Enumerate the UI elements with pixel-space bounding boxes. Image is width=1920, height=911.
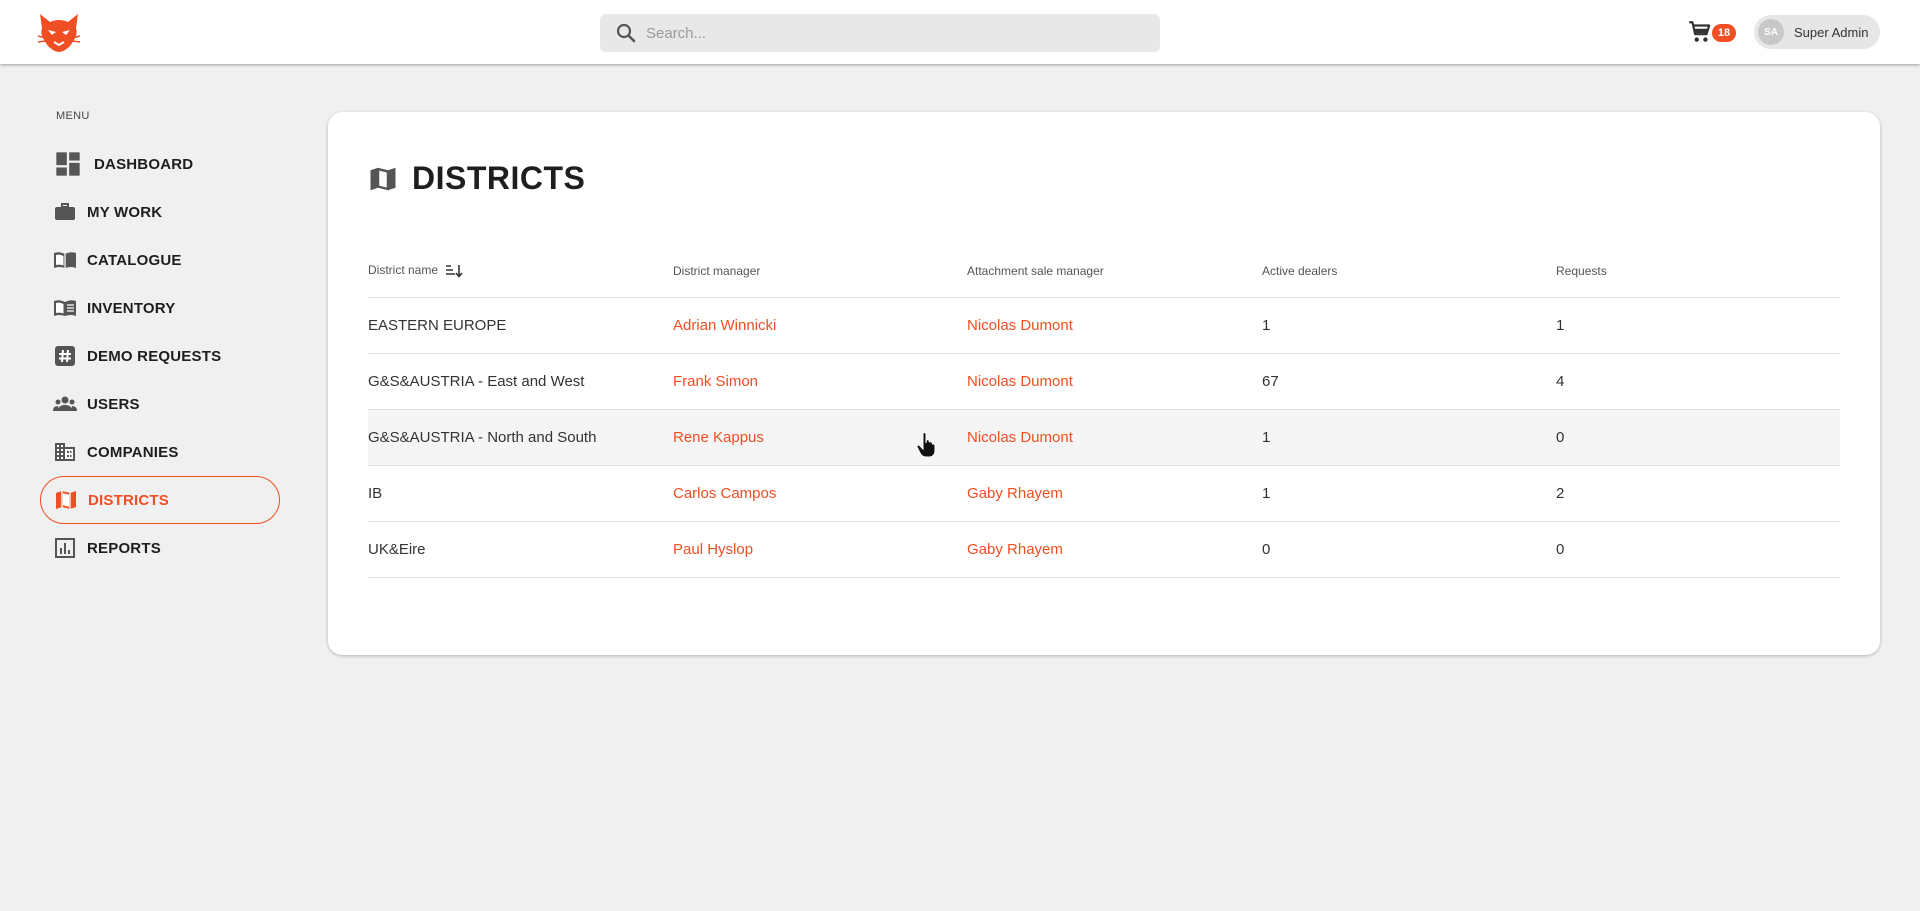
sidebar-item-companies[interactable]: COMPANIES xyxy=(40,428,280,476)
sidebar-item-my-work[interactable]: MY WORK xyxy=(40,188,280,236)
district-name-cell: EASTERN EUROPE xyxy=(368,297,673,354)
page-title: DISTRICTS xyxy=(412,160,586,196)
search-icon xyxy=(616,23,636,43)
requests-cell: 1 xyxy=(1556,297,1840,354)
map-icon xyxy=(56,491,76,509)
attachment-manager-link[interactable]: Gaby Rhayem xyxy=(967,521,1262,578)
briefcase-icon xyxy=(55,203,75,220)
districts-table: District name District manager Attachmen… xyxy=(368,245,1840,578)
table-row[interactable]: G&S&AUSTRIA - East and West Frank Simon … xyxy=(368,353,1840,410)
column-header-active-dealers[interactable]: Active dealers xyxy=(1262,245,1556,298)
hand-cursor-icon xyxy=(916,432,936,458)
sidebar-item-districts[interactable]: DISTRICTS xyxy=(40,476,280,524)
attachment-manager-link[interactable]: Nicolas Dumont xyxy=(967,297,1262,354)
dashboard-icon xyxy=(56,152,80,176)
column-header-district-manager[interactable]: District manager xyxy=(673,245,967,298)
table-row[interactable]: EASTERN EUROPE Adrian Winnicki Nicolas D… xyxy=(368,297,1840,354)
top-bar: 18 SA Super Admin xyxy=(0,0,1920,64)
active-dealers-cell: 1 xyxy=(1262,409,1556,466)
sidebar-item-reports[interactable]: REPORTS xyxy=(40,524,280,572)
active-dealers-cell: 1 xyxy=(1262,297,1556,354)
sidebar-item-label: DEMO REQUESTS xyxy=(87,347,222,365)
sidebar-item-users[interactable]: USERS xyxy=(40,380,280,428)
column-header-attachment-sale-manager[interactable]: Attachment sale manager xyxy=(967,245,1262,298)
district-name-cell: G&S&AUSTRIA - East and West xyxy=(368,353,673,410)
sidebar-item-demo-requests[interactable]: DEMO REQUESTS xyxy=(40,332,280,380)
table-row[interactable]: G&S&AUSTRIA - North and South Rene Kappu… xyxy=(368,409,1840,466)
table-row[interactable]: UK&Eire Paul Hyslop Gaby Rhayem 0 0 xyxy=(368,521,1840,578)
book-icon xyxy=(54,252,76,268)
district-name-cell: IB xyxy=(368,465,673,522)
sidebar-item-inventory[interactable]: INVENTORY xyxy=(40,284,280,332)
active-dealers-cell: 0 xyxy=(1262,521,1556,578)
hashtag-icon xyxy=(55,346,75,366)
page-header: DISTRICTS xyxy=(368,160,585,197)
user-menu-button[interactable]: SA Super Admin xyxy=(1754,15,1880,49)
avatar: SA xyxy=(1758,19,1784,45)
sidebar-item-label: MY WORK xyxy=(87,203,163,221)
menu-book-icon xyxy=(54,300,76,316)
table-header-row: District name District manager Attachmen… xyxy=(368,245,1840,298)
attachment-manager-link[interactable]: Nicolas Dumont xyxy=(967,409,1262,466)
user-name: Super Admin xyxy=(1794,24,1869,40)
district-manager-link[interactable]: Adrian Winnicki xyxy=(673,297,967,354)
active-dealers-cell: 1 xyxy=(1262,465,1556,522)
cart-count-badge: 18 xyxy=(1712,24,1736,42)
column-header-requests[interactable]: Requests xyxy=(1556,245,1840,298)
district-name-cell: UK&Eire xyxy=(368,521,673,578)
sidebar-item-label: DISTRICTS xyxy=(88,491,169,509)
cart-icon[interactable] xyxy=(1686,19,1714,45)
sidebar-item-label: INVENTORY xyxy=(87,299,176,317)
district-manager-link[interactable]: Carlos Campos xyxy=(673,465,967,522)
districts-card: DISTRICTS District name District manager… xyxy=(328,112,1880,655)
district-manager-link[interactable]: Frank Simon xyxy=(673,353,967,410)
chart-icon xyxy=(55,538,75,558)
column-header-district-name[interactable]: District name xyxy=(368,245,673,298)
table-row[interactable]: IB Carlos Campos Gaby Rhayem 1 2 xyxy=(368,465,1840,522)
district-manager-link[interactable]: Paul Hyslop xyxy=(673,521,967,578)
search-bar[interactable] xyxy=(600,14,1160,52)
requests-cell: 4 xyxy=(1556,353,1840,410)
menu-title: MENU xyxy=(56,110,90,122)
sidebar-item-label: USERS xyxy=(87,395,140,413)
search-input[interactable] xyxy=(646,24,1126,42)
active-dealers-cell: 67 xyxy=(1262,353,1556,410)
district-name-cell: G&S&AUSTRIA - North and South xyxy=(368,409,673,466)
sidebar-item-label: DASHBOARD xyxy=(94,155,194,173)
sidebar-item-catalogue[interactable]: CATALOGUE xyxy=(40,236,280,284)
building-icon xyxy=(55,443,75,461)
people-icon xyxy=(53,396,77,411)
sidebar-item-label: CATALOGUE xyxy=(87,251,182,269)
requests-cell: 0 xyxy=(1556,521,1840,578)
bobcat-logo-icon[interactable] xyxy=(36,10,82,54)
attachment-manager-link[interactable]: Gaby Rhayem xyxy=(967,465,1262,522)
map-icon xyxy=(370,167,396,190)
sidebar-item-label: COMPANIES xyxy=(87,443,179,461)
sidebar-item-dashboard[interactable]: DASHBOARD xyxy=(40,140,280,188)
attachment-manager-link[interactable]: Nicolas Dumont xyxy=(967,353,1262,410)
requests-cell: 2 xyxy=(1556,465,1840,522)
sidebar-item-label: REPORTS xyxy=(87,539,161,557)
sort-descending-icon[interactable] xyxy=(445,264,463,278)
requests-cell: 0 xyxy=(1556,409,1840,466)
